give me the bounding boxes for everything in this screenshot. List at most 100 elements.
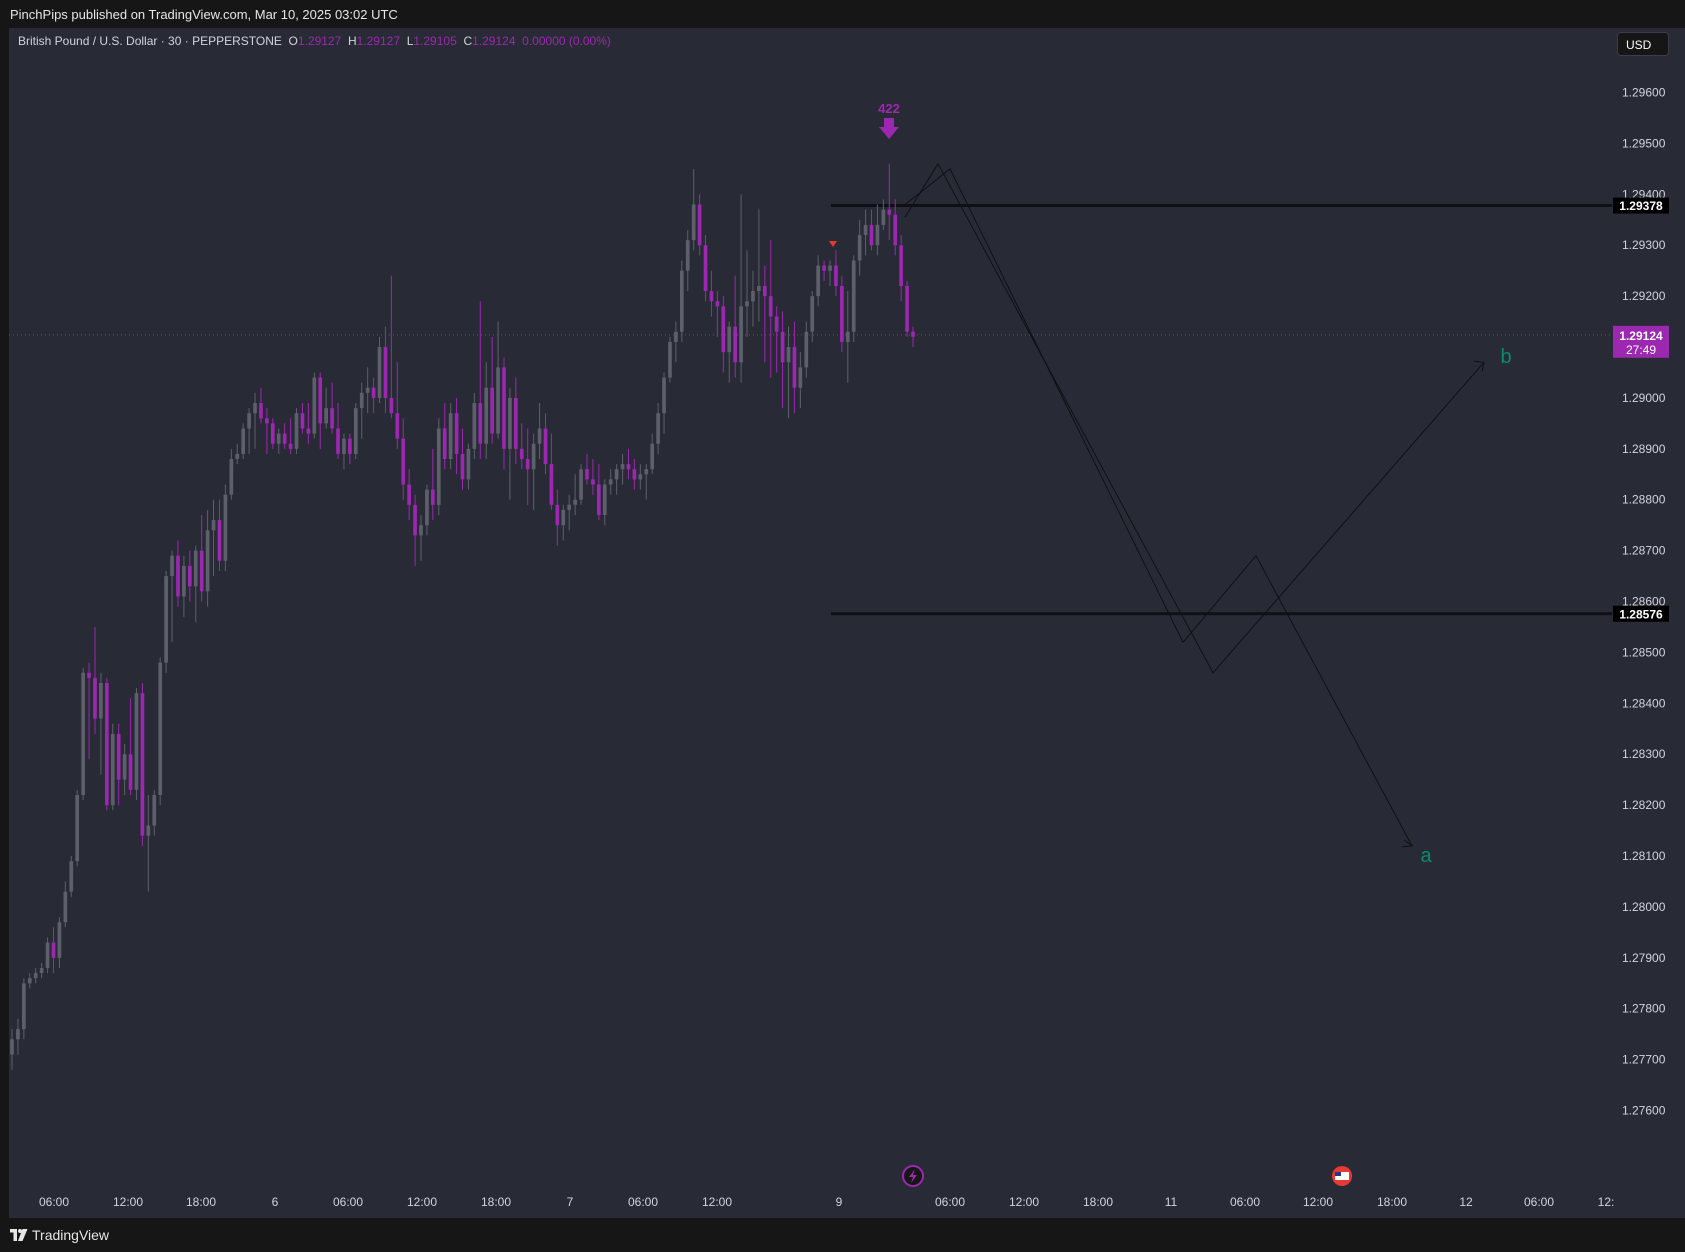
- candle-body: [217, 520, 222, 561]
- x-tick-label: 06:00: [1230, 1195, 1260, 1209]
- candle-body: [549, 464, 554, 505]
- currency-selector[interactable]: USD: [1617, 32, 1669, 56]
- candle-body: [288, 443, 293, 449]
- candle-body: [93, 677, 97, 719]
- candle-body: [620, 464, 625, 470]
- level-price-label: 1.28576: [1619, 607, 1663, 621]
- candle-body: [644, 469, 649, 475]
- candle-body: [845, 331, 850, 342]
- candle-body: [780, 331, 785, 363]
- legend-change: 0.00000 (0.00%): [522, 34, 611, 48]
- candle-body: [247, 413, 251, 429]
- candle-body: [762, 285, 767, 297]
- candle-body: [875, 224, 880, 246]
- candle-body: [828, 265, 832, 271]
- candle-body: [466, 448, 471, 480]
- y-tick-label: 1.28200: [1622, 798, 1666, 812]
- candle-body: [851, 260, 856, 332]
- y-tick-label: 1.29500: [1622, 136, 1666, 150]
- candle-body: [602, 484, 607, 516]
- candle-body: [253, 403, 257, 414]
- candle-body: [525, 459, 530, 470]
- candle-body: [679, 270, 684, 332]
- candle-body: [685, 240, 690, 271]
- candle-body: [857, 235, 862, 261]
- legend-close-label: C: [463, 34, 473, 48]
- candle-body: [887, 209, 892, 215]
- candle-body: [211, 520, 216, 531]
- candle-body: [703, 245, 708, 292]
- flag-canton-icon: [1335, 1172, 1341, 1176]
- candle-body: [57, 922, 62, 958]
- candle-body: [176, 555, 180, 597]
- legend-high-label: H: [347, 34, 357, 48]
- candle-body: [431, 489, 435, 505]
- candle-body: [152, 794, 157, 826]
- candle-body: [881, 209, 886, 225]
- candle-body: [10, 1039, 14, 1055]
- candle-body: [294, 413, 299, 449]
- tradingview-logo-icon: [10, 1229, 28, 1241]
- candle-body: [697, 204, 702, 246]
- x-tick-label: 12:00: [702, 1195, 732, 1209]
- candle-body: [573, 499, 577, 505]
- candle-body: [342, 438, 346, 454]
- candle-body: [484, 387, 489, 444]
- candle-body: [16, 1029, 20, 1040]
- candle-body: [514, 397, 518, 449]
- x-tick-label: 9: [836, 1195, 843, 1209]
- candle-body: [389, 397, 394, 414]
- candle-body: [353, 408, 358, 454]
- candle-body: [87, 672, 91, 678]
- candle-body: [810, 296, 815, 332]
- candle-body: [371, 387, 376, 398]
- candle-body: [531, 443, 536, 470]
- candle-body: [537, 428, 542, 444]
- candle-body: [911, 331, 915, 337]
- candle-body: [33, 973, 38, 979]
- candle-body: [122, 754, 127, 780]
- candle-body: [792, 347, 797, 388]
- y-tick-label: 1.29200: [1622, 289, 1666, 303]
- candle-body: [276, 433, 281, 444]
- candle-body: [745, 301, 749, 307]
- y-tick-label: 1.28500: [1622, 645, 1666, 659]
- candle-body: [478, 403, 483, 444]
- candle-body: [27, 978, 32, 984]
- candle-body: [134, 693, 139, 790]
- candle-body: [579, 469, 583, 500]
- y-tick-label: 1.27700: [1622, 1053, 1666, 1067]
- y-tick-label: 1.29000: [1622, 391, 1666, 405]
- candle-body: [128, 754, 133, 790]
- candle-body: [899, 245, 903, 286]
- x-tick-label: 18:00: [481, 1195, 511, 1209]
- candle-body: [300, 413, 305, 429]
- candle-body: [105, 682, 109, 806]
- candle-body: [768, 296, 773, 317]
- candle-body: [436, 428, 441, 505]
- candle-body: [834, 265, 838, 286]
- x-tick-label: 7: [567, 1195, 574, 1209]
- candle-body: [229, 459, 234, 495]
- candle-body: [650, 443, 655, 470]
- price-chart[interactable]: ba422 1.296001.295001.294001.293001.2920…: [0, 0, 1685, 1252]
- tradingview-brand[interactable]: TradingView: [10, 1227, 109, 1243]
- candle-body: [721, 306, 726, 353]
- candle-body: [585, 469, 589, 480]
- symbol-legend[interactable]: British Pound / U.S. Dollar · 30 · PEPPE…: [18, 34, 611, 48]
- candle-body: [656, 413, 660, 444]
- y-tick-label: 1.29600: [1622, 86, 1666, 100]
- x-tick-label: 18:00: [186, 1195, 216, 1209]
- candle-body: [472, 403, 477, 449]
- x-tick-label: 12:00: [1009, 1195, 1039, 1209]
- candle-body: [715, 301, 720, 307]
- candle-body: [39, 968, 44, 974]
- y-tick-label: 1.28100: [1622, 849, 1666, 863]
- x-tick-label: 18:00: [1377, 1195, 1407, 1209]
- candle-body: [555, 504, 560, 526]
- y-tick-label: 1.27600: [1622, 1104, 1666, 1118]
- brand-name: TradingView: [32, 1227, 110, 1243]
- candle-body: [709, 291, 714, 302]
- candle-body: [496, 367, 500, 434]
- candle-body: [336, 428, 340, 454]
